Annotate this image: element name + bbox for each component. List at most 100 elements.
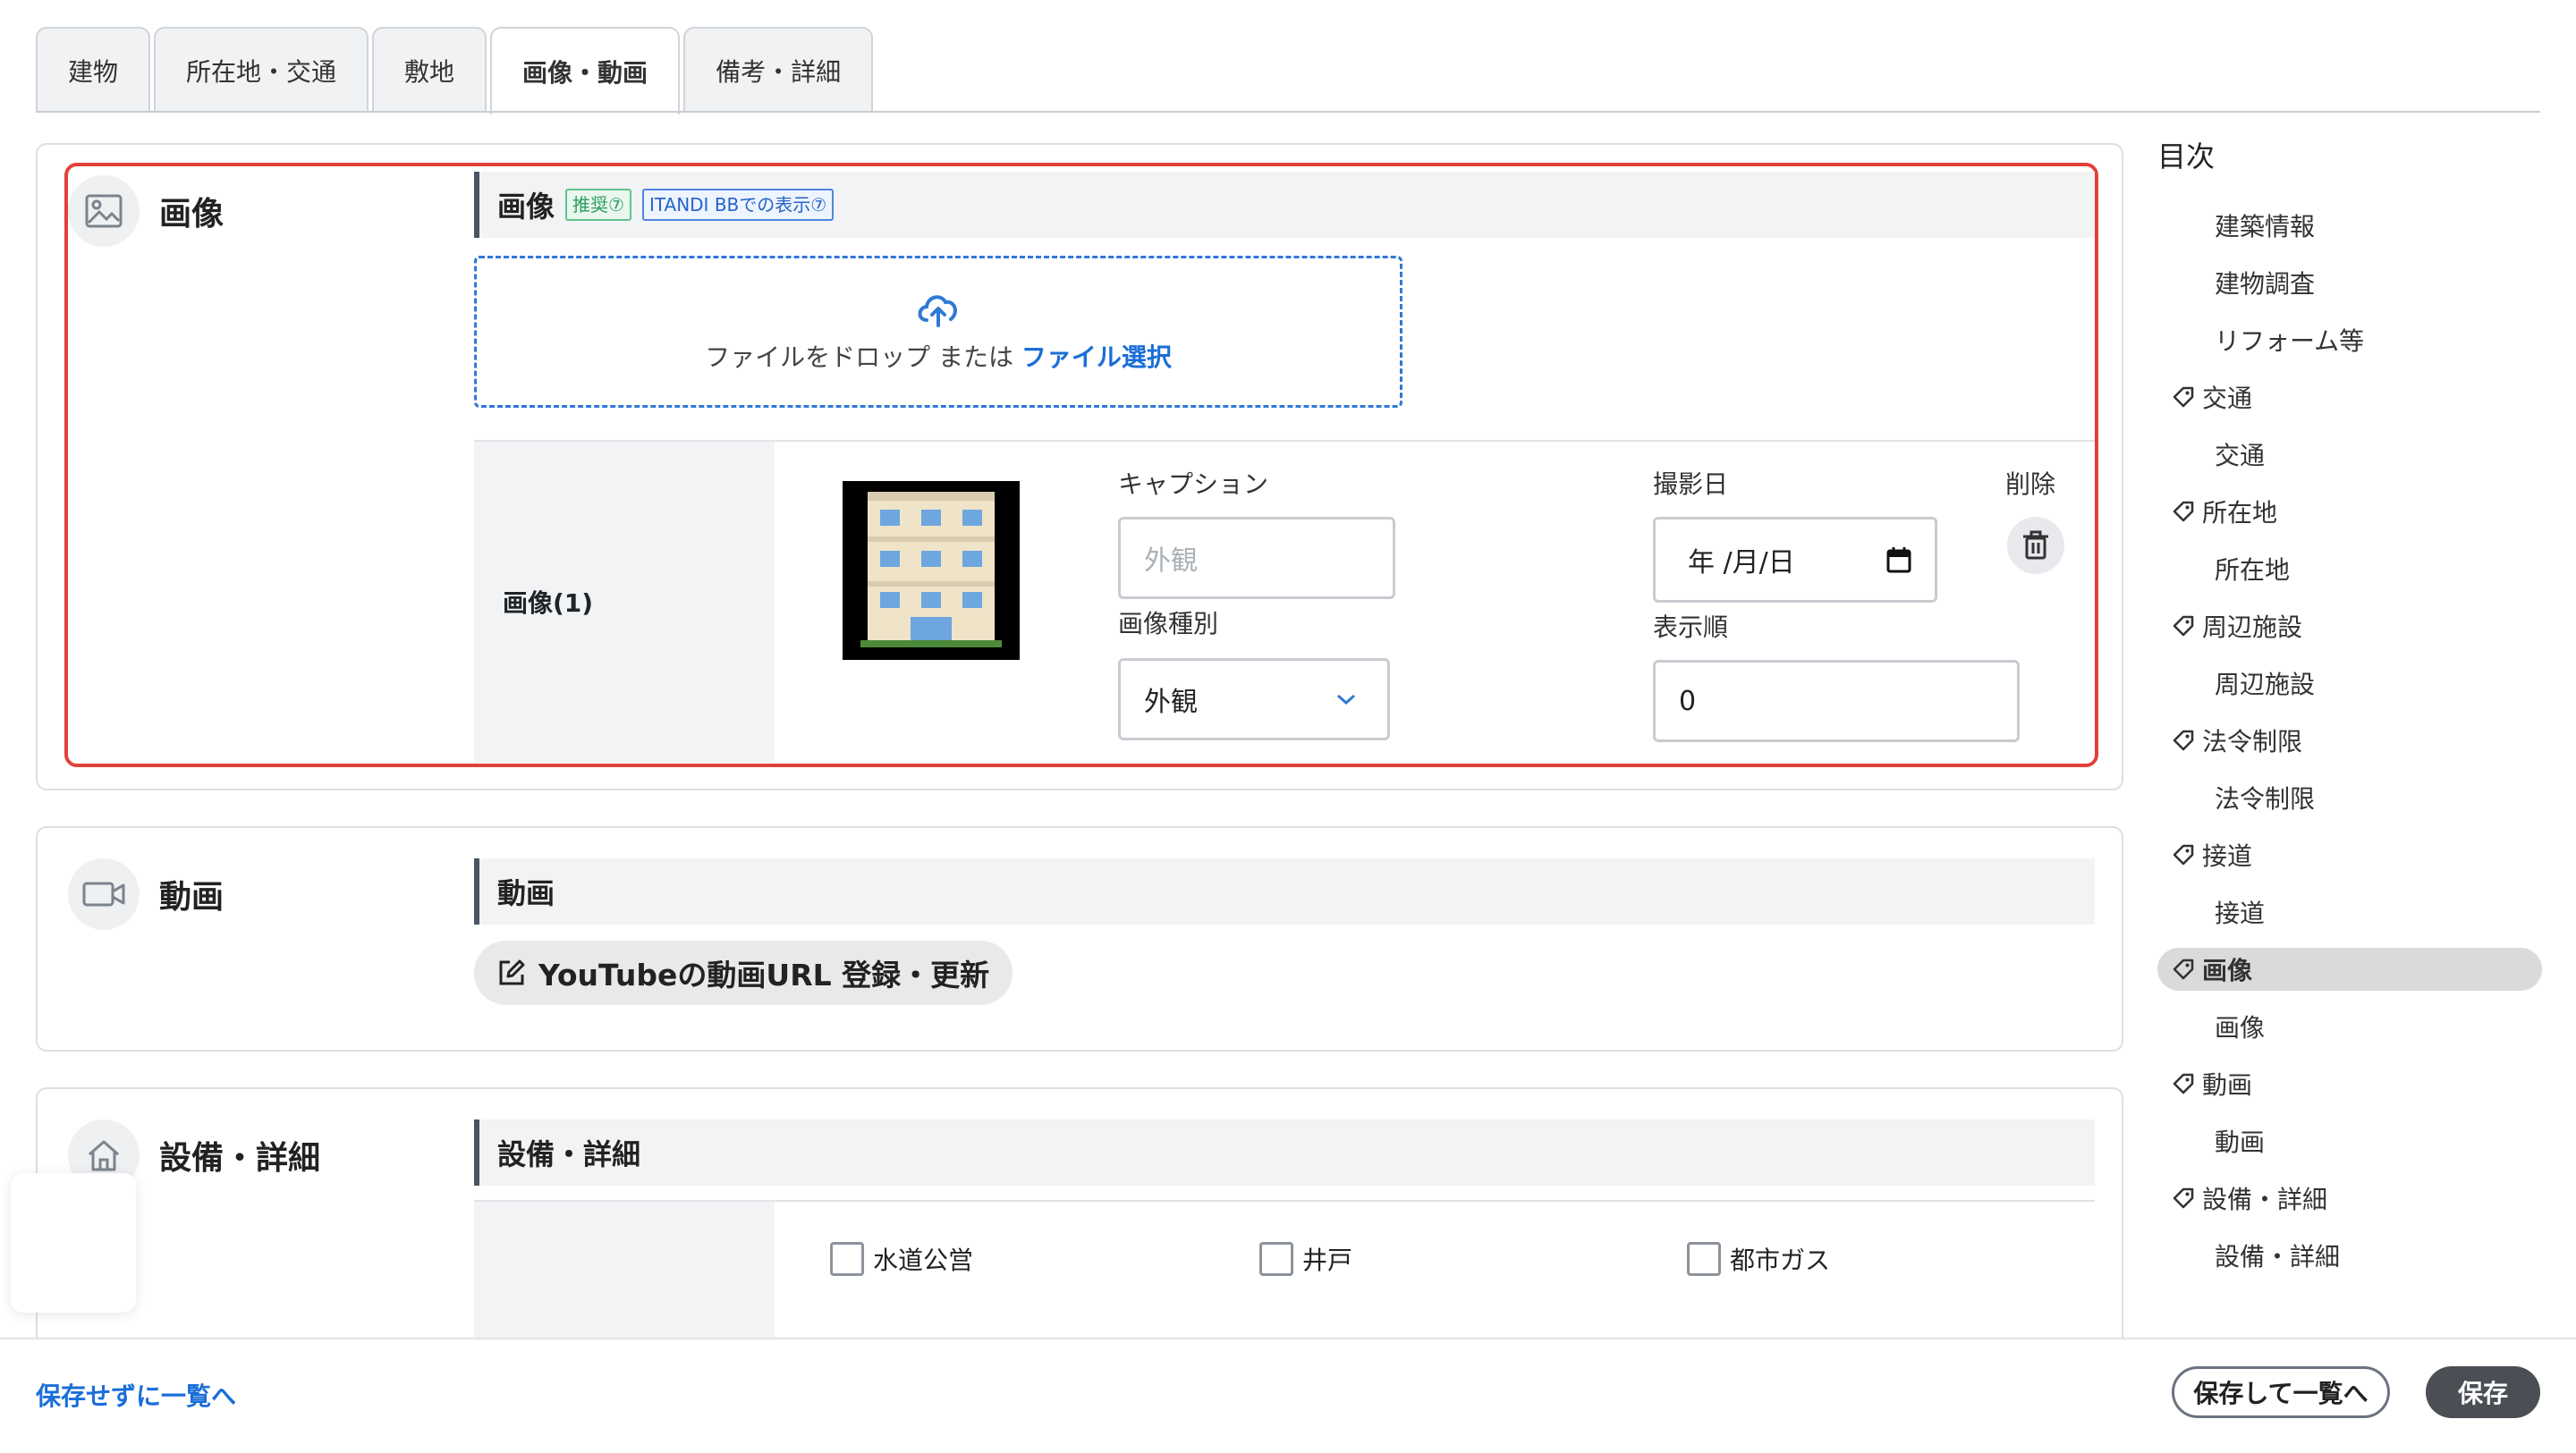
toc-item[interactable]: 画像 (2157, 998, 2542, 1055)
toc-section-label: 周辺施設 (2202, 612, 2303, 642)
video-camera-icon (68, 858, 140, 930)
toc-section[interactable]: 設備・詳細 (2157, 1170, 2542, 1227)
checkbox-label: 井戸 (1302, 1246, 1353, 1275)
delete-button[interactable] (2007, 517, 2064, 574)
tab-building[interactable]: 建物 (36, 27, 151, 113)
toc-item[interactable]: 接道 (2157, 883, 2542, 941)
toc-section-label: 接道 (2202, 841, 2253, 871)
tag-icon (2172, 843, 2195, 866)
toc-section-label: 設備・詳細 (2202, 1185, 2328, 1214)
toc-item[interactable]: 建築情報 (2157, 197, 2542, 254)
toc-item-label: 周辺施設 (2215, 670, 2316, 699)
drop-text: ファイルをドロップ または (705, 342, 1013, 372)
table-of-contents: 目次 建築情報 建物調査 リフォーム等 交通 交通 所在地 所在地 周辺施設 周辺施設 法令制限法… (2157, 134, 2542, 1284)
equipment-section-title: 設備・詳細 (159, 1140, 321, 1177)
toc-item-label: 設備・詳細 (2215, 1242, 2341, 1271)
trash-icon (2023, 530, 2048, 560)
toc-item[interactable]: 建物調査 (2157, 254, 2542, 311)
toc-section[interactable]: 動画 (2157, 1055, 2542, 1112)
floating-panel (11, 1173, 136, 1313)
toc-section[interactable]: 接道 (2157, 826, 2542, 883)
save-button[interactable]: 保存 (2426, 1366, 2540, 1418)
upload-cloud-icon (918, 295, 957, 327)
image-subhead-title: 画像 (497, 190, 555, 224)
tab-images-video[interactable]: 画像・動画 (490, 27, 681, 114)
toc-item[interactable]: 法令制限 (2157, 769, 2542, 826)
video-card: 動画 動画 YouTubeの動画URL 登録・更新 (36, 826, 2123, 1052)
toc-item-label: 交通 (2215, 441, 2266, 470)
chevron-down-icon (1337, 694, 1355, 705)
checkbox-box[interactable] (1687, 1242, 1721, 1276)
tab-site[interactable]: 敷地 (372, 27, 487, 113)
image-type-select[interactable]: 外観 (1118, 658, 1390, 740)
tag-icon (2172, 385, 2195, 409)
toc-item[interactable]: 設備・詳細 (2157, 1227, 2542, 1284)
page: 建物 所在地・交通 敷地 画像・動画 備考・詳細 画像 画像 推奨⑦ ITAND… (0, 0, 2576, 1453)
toc-item-label: 接道 (2215, 899, 2266, 928)
shooting-date-label: 撮影日 (1653, 469, 1729, 499)
calendar-icon[interactable] (1886, 546, 1911, 573)
footer-bar: 保存せずに一覧へ 保存して一覧へ 保存 (0, 1338, 2576, 1453)
image-type-label: 画像種別 (1118, 609, 1219, 638)
checkbox-label: 水道公営 (873, 1246, 974, 1275)
save-and-back-button[interactable]: 保存して一覧へ (2172, 1366, 2390, 1418)
toc-section-label: 動画 (2202, 1070, 2253, 1100)
image-type-value: 外観 (1144, 687, 1198, 718)
toc-section-active[interactable]: 画像 (2157, 948, 2542, 991)
equipment-subhead: 設備・詳細 (474, 1119, 2095, 1186)
video-section-header: 動画 (68, 858, 224, 930)
itandi-display-badge[interactable]: ITANDI BBでの表示⑦ (641, 189, 835, 221)
image-row-label: 画像(1) (474, 442, 775, 762)
tab-bar: 建物 所在地・交通 敷地 画像・動画 備考・詳細 (36, 27, 874, 114)
tag-icon (2172, 1187, 2195, 1210)
toc-item[interactable]: 交通 (2157, 426, 2542, 483)
toc-section-label: 法令制限 (2202, 727, 2303, 756)
toc-section[interactable]: 所在地 (2157, 483, 2542, 540)
toc-item-label: 建物調査 (2215, 269, 2316, 299)
toc-section[interactable]: 法令制限 (2157, 712, 2542, 769)
building-thumbnail[interactable] (843, 481, 1020, 660)
toc-section[interactable]: 交通 (2157, 368, 2542, 426)
display-order-input[interactable]: 0 (1653, 660, 2020, 742)
file-select-link[interactable]: ファイル選択 (1021, 342, 1172, 372)
toc-item-label: 画像 (2215, 1013, 2266, 1043)
delete-label: 削除 (2005, 469, 2056, 499)
checkbox-public-water[interactable]: 水道公営 (830, 1241, 973, 1277)
tab-divider (36, 111, 2540, 113)
image-subhead: 画像 推奨⑦ ITANDI BBでの表示⑦ (474, 172, 2095, 238)
video-subhead-title: 動画 (497, 876, 555, 910)
image-icon (68, 175, 140, 247)
image-card: 画像 画像 推奨⑦ ITANDI BBでの表示⑦ ファイルをドロップ または フ… (36, 143, 2123, 790)
toc-section-label: 交通 (2202, 384, 2253, 413)
youtube-url-button[interactable]: YouTubeの動画URL 登録・更新 (474, 941, 1013, 1005)
tag-icon (2172, 500, 2195, 523)
tag-icon (2172, 729, 2195, 752)
toc-section[interactable]: 周辺施設 (2157, 597, 2542, 655)
shooting-date-input[interactable]: 年 /月/日 (1653, 517, 1937, 603)
tab-notes-details[interactable]: 備考・詳細 (683, 27, 874, 113)
toc-item-label: 動画 (2215, 1128, 2266, 1157)
tag-icon (2172, 1072, 2195, 1095)
tag-icon (2172, 614, 2195, 638)
checkbox-box[interactable] (1259, 1242, 1293, 1276)
youtube-url-label: YouTubeの動画URL 登録・更新 (538, 958, 990, 993)
checkbox-well[interactable]: 井戸 (1259, 1241, 1352, 1277)
file-dropzone[interactable]: ファイルをドロップ または ファイル選択 (474, 256, 1402, 408)
checkbox-box[interactable] (830, 1242, 864, 1276)
toc-item[interactable]: 動画 (2157, 1112, 2542, 1170)
toc-item[interactable]: 所在地 (2157, 540, 2542, 597)
recommended-badge[interactable]: 推奨⑦ (565, 189, 631, 221)
caption-label: キャプション (1118, 469, 1269, 499)
checkbox-label: 都市ガス (1730, 1246, 1831, 1275)
toc-item[interactable]: 周辺施設 (2157, 655, 2542, 712)
toc-section-label: 所在地 (2202, 498, 2278, 528)
back-without-save-link[interactable]: 保存せずに一覧へ (36, 1377, 236, 1413)
drop-instructions: ファイルをドロップ または ファイル選択 (705, 338, 1172, 374)
toc-section-label: 画像 (2202, 956, 2253, 985)
shooting-date-value: 年 /月/日 (1688, 547, 1795, 579)
checkbox-city-gas[interactable]: 都市ガス (1687, 1241, 1830, 1277)
caption-input[interactable]: 外観 (1118, 517, 1395, 599)
toc-item[interactable]: リフォーム等 (2157, 311, 2542, 368)
toc-item-label: 建築情報 (2215, 212, 2316, 241)
tab-location-transport[interactable]: 所在地・交通 (154, 27, 369, 113)
